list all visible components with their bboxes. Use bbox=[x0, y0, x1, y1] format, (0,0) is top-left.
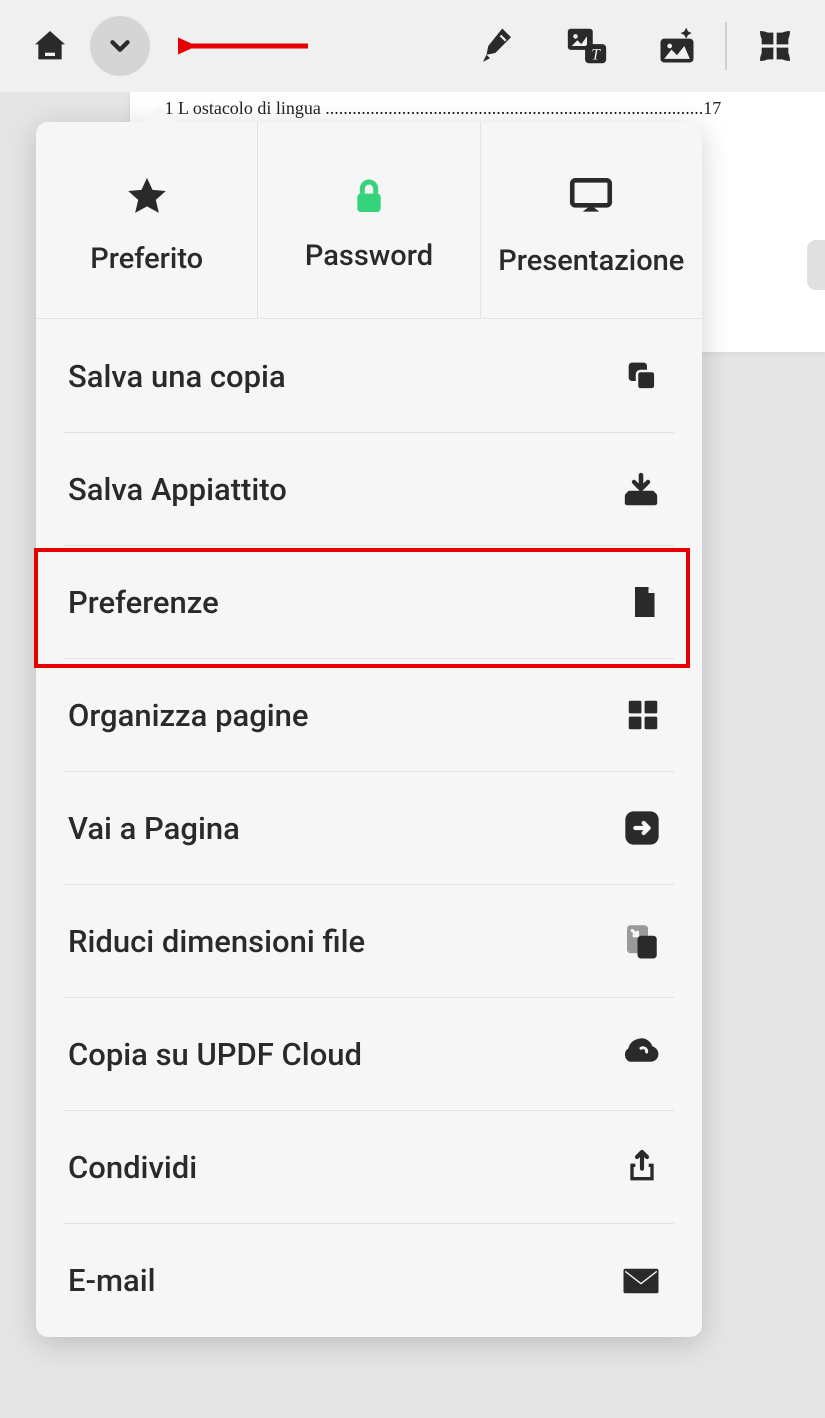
ai-image-button[interactable] bbox=[647, 16, 707, 76]
chevron-down-icon bbox=[105, 31, 135, 61]
menu-item-label: Riduci dimensioni file bbox=[68, 923, 365, 960]
menu-item-label: Copia su UPDF Cloud bbox=[68, 1036, 362, 1073]
side-handle[interactable] bbox=[807, 240, 825, 290]
menu-item-label: Salva una copia bbox=[68, 358, 286, 395]
menu-item-label: E-mail bbox=[68, 1262, 156, 1299]
home-button[interactable] bbox=[20, 16, 80, 76]
menu-top-presentazione[interactable]: Presentazione bbox=[481, 122, 702, 319]
menu-top-row: Preferito Password Presentazione bbox=[36, 122, 702, 320]
presentation-icon bbox=[566, 172, 616, 222]
menu-top-label: Presentazione bbox=[498, 244, 684, 278]
arrow-right-icon bbox=[622, 808, 662, 848]
top-toolbar: T bbox=[0, 0, 825, 92]
menu-item-preferenze[interactable]: Preferenze bbox=[64, 546, 674, 659]
email-icon bbox=[620, 1260, 662, 1302]
reduce-file-icon bbox=[620, 920, 662, 962]
cloud-icon bbox=[616, 1031, 662, 1077]
menu-item-salva-copia[interactable]: Salva una copia bbox=[64, 320, 674, 433]
menu-item-vai-a-pagina[interactable]: Vai a Pagina bbox=[64, 772, 674, 885]
menu-item-label: Salva Appiattito bbox=[68, 471, 287, 508]
home-icon bbox=[30, 26, 70, 66]
menu-item-label: Organizza pagine bbox=[68, 697, 309, 734]
menu-top-password[interactable]: Password bbox=[258, 122, 480, 319]
menu-top-label: Preferito bbox=[90, 242, 203, 276]
ai-image-icon bbox=[655, 24, 699, 68]
menu-item-label: Preferenze bbox=[68, 584, 219, 621]
toolbar-divider bbox=[725, 22, 727, 70]
dropdown-menu: Preferito Password Presentazione Salva u… bbox=[36, 122, 702, 1337]
svg-text:T: T bbox=[591, 46, 601, 63]
menu-top-label: Password bbox=[305, 239, 433, 273]
menu-tip bbox=[141, 106, 177, 124]
menu-item-email[interactable]: E-mail bbox=[64, 1224, 674, 1337]
copy-icon bbox=[622, 356, 662, 396]
menu-item-label: Condividi bbox=[68, 1149, 197, 1186]
grid4-icon bbox=[624, 696, 662, 734]
star-icon bbox=[124, 174, 170, 220]
grid-icon bbox=[755, 26, 795, 66]
highlighter-button[interactable] bbox=[467, 16, 527, 76]
image-text-button[interactable]: T bbox=[557, 16, 617, 76]
dropdown-button[interactable] bbox=[90, 16, 150, 76]
grid-button[interactable] bbox=[745, 16, 805, 76]
menu-list: Salva una copia Salva Appiattito Prefere… bbox=[36, 320, 702, 1337]
image-text-icon: T bbox=[564, 23, 610, 69]
menu-item-copia-cloud[interactable]: Copia su UPDF Cloud bbox=[64, 998, 674, 1111]
highlighter-icon bbox=[476, 25, 518, 67]
doc-line: .1 L ostacolo di lingua ................… bbox=[160, 98, 795, 119]
menu-item-label: Vai a Pagina bbox=[68, 810, 240, 847]
menu-top-preferito[interactable]: Preferito bbox=[36, 122, 258, 319]
menu-item-condividi[interactable]: Condividi bbox=[64, 1111, 674, 1224]
save-flat-icon bbox=[620, 468, 662, 510]
menu-item-riduci-dimensioni[interactable]: Riduci dimensioni file bbox=[64, 885, 674, 998]
menu-item-salva-appiattito[interactable]: Salva Appiattito bbox=[64, 433, 674, 546]
menu-item-organizza-pagine[interactable]: Organizza pagine bbox=[64, 659, 674, 772]
share-icon bbox=[622, 1147, 662, 1187]
page-icon bbox=[626, 584, 662, 620]
lock-icon bbox=[349, 177, 389, 217]
